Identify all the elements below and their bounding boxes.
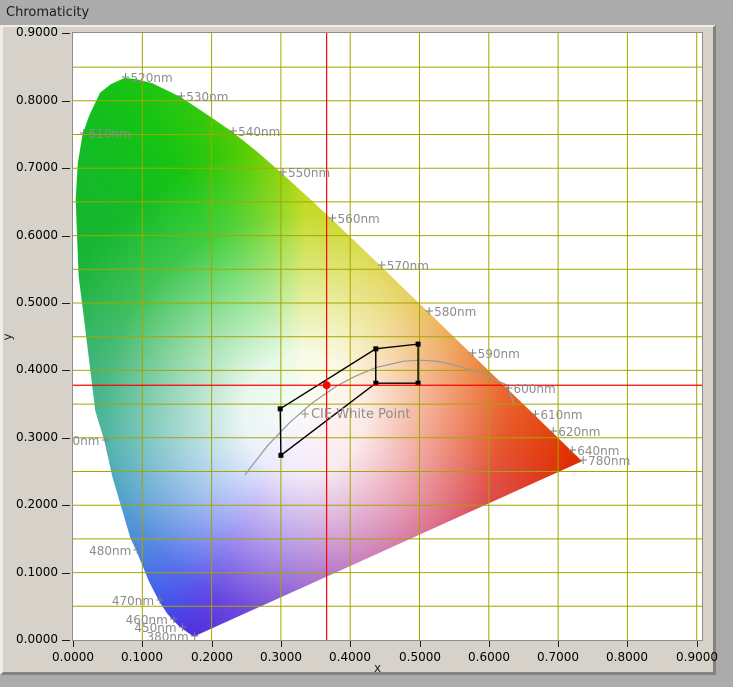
wavelength-label-600nm: 600nm bbox=[514, 382, 556, 396]
wavelength-marker-610nm: + bbox=[530, 407, 540, 421]
x-tick-0.6000 bbox=[489, 641, 490, 647]
wavelength-label-780nm: 780nm bbox=[588, 454, 630, 468]
measurement-point bbox=[323, 381, 331, 389]
cie-white-point-marker: + bbox=[300, 407, 310, 421]
wavelength-label-590nm: 590nm bbox=[478, 347, 520, 361]
bin-vertex-marker bbox=[278, 453, 283, 458]
x-tick-label-0.6000: 0.6000 bbox=[457, 650, 521, 664]
y-tick-label-0.1000: 0.1000 bbox=[4, 565, 58, 579]
y-tick-0.6000 bbox=[62, 236, 70, 237]
wavelength-marker-540nm: + bbox=[228, 124, 238, 138]
y-tick-label-0.2000: 0.2000 bbox=[4, 497, 58, 511]
wavelength-marker-580nm: + bbox=[424, 304, 434, 318]
y-tick-label-0.6000: 0.6000 bbox=[4, 228, 58, 242]
wavelength-label-530nm: 530nm bbox=[186, 90, 228, 104]
wavelength-marker-640nm: + bbox=[567, 443, 577, 457]
color-bin-quad bbox=[280, 349, 376, 456]
y-tick-label-0.8000: 0.8000 bbox=[4, 93, 58, 107]
y-axis-title: y bbox=[1, 333, 15, 340]
y-tick-0.1000 bbox=[62, 573, 70, 574]
cie-white-point-label: CIE White Point bbox=[311, 407, 410, 422]
wavelength-label-520nm: 520nm bbox=[130, 71, 172, 85]
y-tick-0.9000 bbox=[62, 33, 70, 34]
y-tick-label-0.7000: 0.7000 bbox=[4, 160, 58, 174]
y-tick-0.7000 bbox=[62, 168, 70, 169]
x-tick-label-0.7000: 0.7000 bbox=[526, 650, 590, 664]
wavelength-marker-620nm: + bbox=[548, 424, 558, 438]
x-tick-label-0.5000: 0.5000 bbox=[388, 650, 452, 664]
x-tick-label-0.1000: 0.1000 bbox=[110, 650, 174, 664]
color-bin-quad bbox=[376, 344, 418, 383]
x-tick-label-0.0000: 0.0000 bbox=[41, 650, 105, 664]
wavelength-marker-560nm: + bbox=[328, 211, 338, 225]
x-tick-0.9000 bbox=[697, 641, 698, 647]
y-tick-label-0.9000: 0.9000 bbox=[4, 25, 58, 39]
wavelength-marker-510nm: + bbox=[79, 126, 89, 140]
x-tick-label-0.4000: 0.4000 bbox=[318, 650, 382, 664]
bin-vertex-marker bbox=[278, 406, 283, 411]
y-tick-0.0000 bbox=[62, 640, 70, 641]
wavelength-label-580nm: 580nm bbox=[434, 305, 476, 319]
y-tick-0.2000 bbox=[62, 505, 70, 506]
x-tick-label-0.3000: 0.3000 bbox=[249, 650, 313, 664]
y-tick-0.4000 bbox=[62, 370, 70, 371]
wavelength-marker-490nm: + bbox=[100, 433, 110, 447]
chart-overlay bbox=[73, 33, 702, 640]
wavelength-marker-780nm: + bbox=[578, 453, 588, 467]
y-tick-label-0.5000: 0.5000 bbox=[4, 295, 58, 309]
wavelength-label-620nm: 620nm bbox=[558, 425, 600, 439]
wavelength-marker-480nm: + bbox=[132, 543, 142, 557]
x-tick-0.7000 bbox=[558, 641, 559, 647]
wavelength-marker-550nm: + bbox=[278, 165, 288, 179]
wavelength-marker-520nm: + bbox=[120, 70, 130, 84]
x-tick-0.5000 bbox=[420, 641, 421, 647]
window-title: Chromaticity bbox=[0, 0, 733, 25]
wavelength-marker-570nm: + bbox=[377, 258, 387, 272]
x-tick-label-0.9000: 0.9000 bbox=[665, 650, 729, 664]
wavelength-label-560nm: 560nm bbox=[338, 212, 380, 226]
y-tick-0.3000 bbox=[62, 438, 70, 439]
wavelength-label-570nm: 570nm bbox=[387, 259, 429, 273]
x-tick-0.8000 bbox=[627, 641, 628, 647]
y-tick-label-0.4000: 0.4000 bbox=[4, 362, 58, 376]
wavelength-label-490nm: 490nm bbox=[73, 434, 99, 448]
wavelength-marker-380nm: + bbox=[190, 629, 200, 640]
wavelength-label-540nm: 540nm bbox=[238, 125, 280, 139]
wavelength-label-510nm: 510nm bbox=[89, 127, 131, 141]
wavelength-label-610nm: 610nm bbox=[540, 408, 582, 422]
wavelength-label-480nm: 480nm bbox=[89, 544, 131, 558]
wavelength-marker-470nm: + bbox=[155, 593, 165, 607]
wavelength-label-470nm: 470nm bbox=[112, 594, 154, 608]
wavelength-marker-530nm: + bbox=[176, 89, 186, 103]
wavelength-marker-590nm: + bbox=[468, 346, 478, 360]
y-tick-label-0.0000: 0.0000 bbox=[4, 632, 58, 646]
y-tick-0.8000 bbox=[62, 101, 70, 102]
x-tick-0.3000 bbox=[281, 641, 282, 647]
bin-vertex-marker bbox=[416, 342, 421, 347]
y-tick-label-0.3000: 0.3000 bbox=[4, 430, 58, 444]
plot-area[interactable]: +520nm+530nm+510nm+540nm+550nm+560nm+570… bbox=[73, 33, 702, 640]
x-tick-0.2000 bbox=[212, 641, 213, 647]
y-tick-0.5000 bbox=[62, 303, 70, 304]
wavelength-marker-600nm: + bbox=[504, 381, 514, 395]
x-tick-0.1000 bbox=[142, 641, 143, 647]
x-tick-0.0000 bbox=[73, 641, 74, 647]
x-tick-label-0.2000: 0.2000 bbox=[180, 650, 244, 664]
wavelength-label-380nm: 380nm bbox=[146, 630, 188, 640]
wavelength-label-550nm: 550nm bbox=[288, 166, 330, 180]
x-tick-label-0.8000: 0.8000 bbox=[595, 650, 659, 664]
x-tick-0.4000 bbox=[350, 641, 351, 647]
